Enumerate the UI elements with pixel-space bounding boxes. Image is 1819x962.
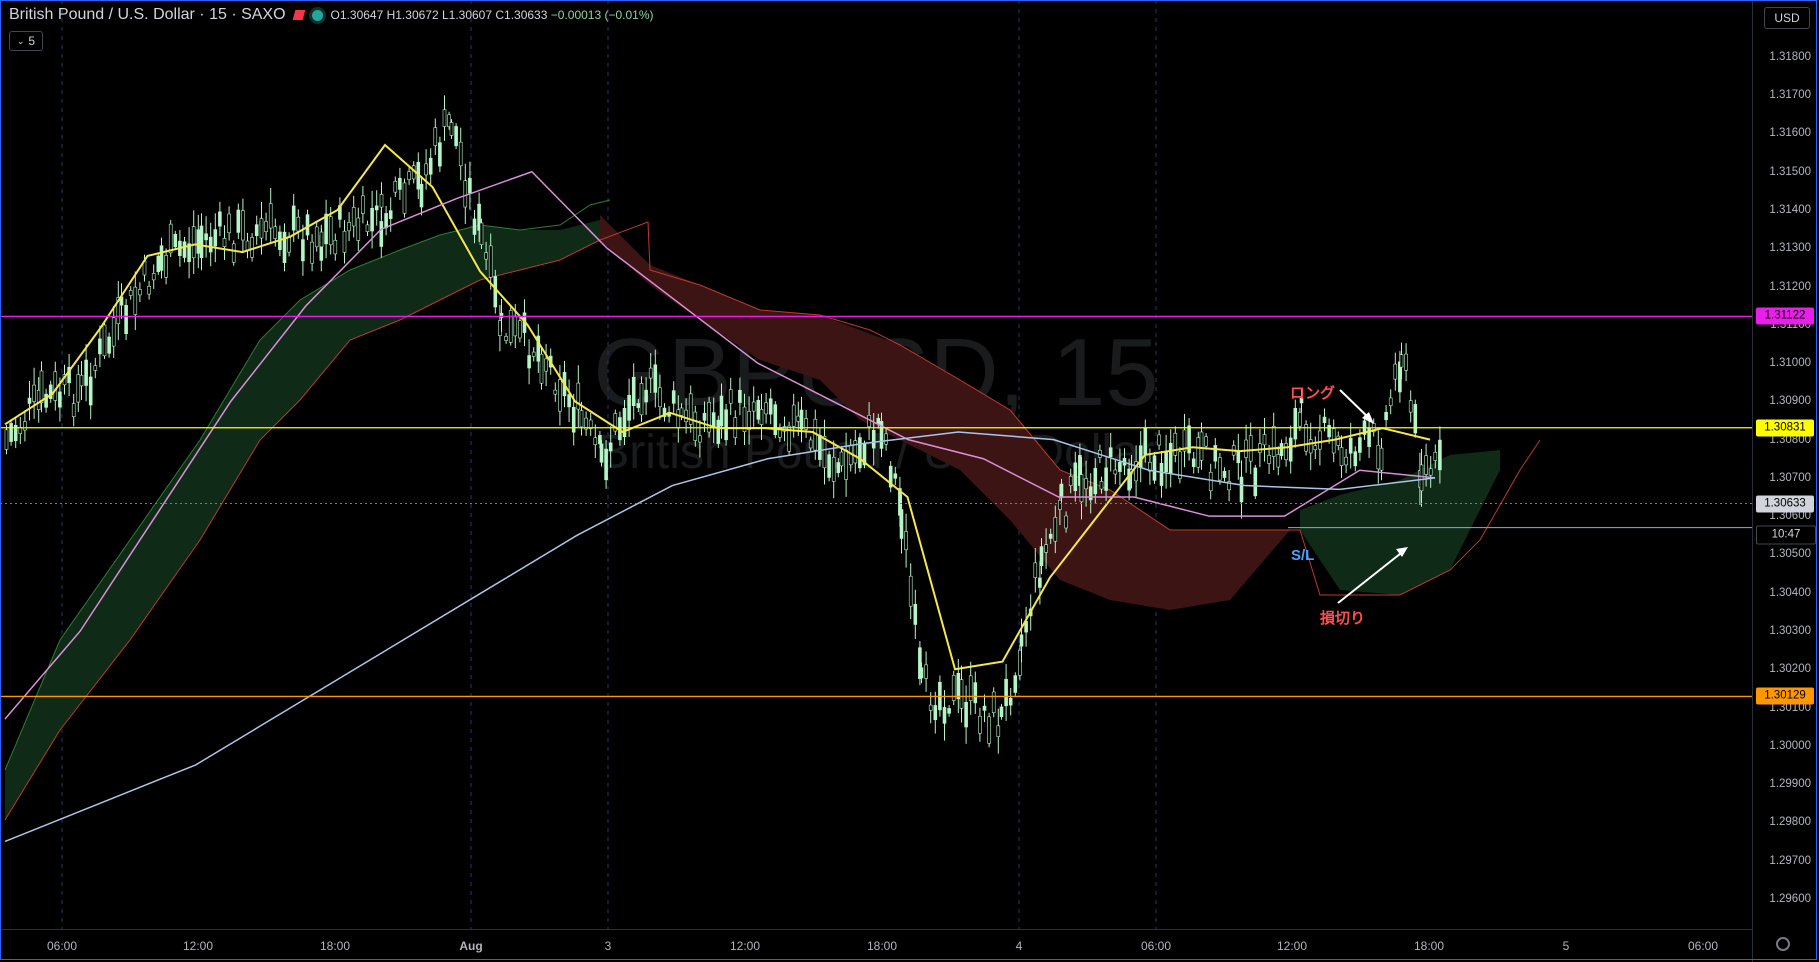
- window-frame: [0, 0, 1817, 960]
